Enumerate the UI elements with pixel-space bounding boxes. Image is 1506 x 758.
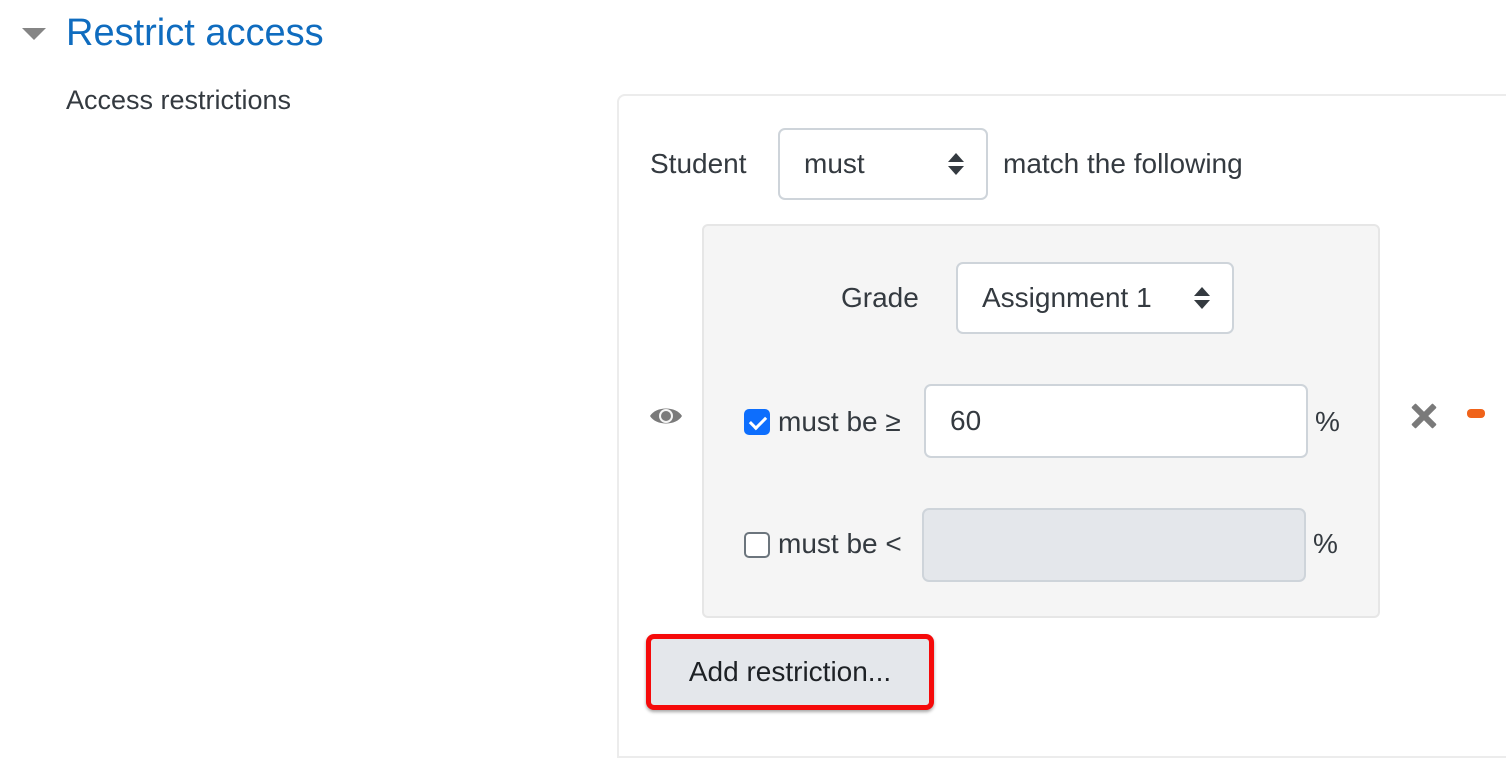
grade-item-value: Assignment 1 xyxy=(982,282,1152,313)
eye-icon[interactable] xyxy=(648,404,684,428)
close-icon[interactable] xyxy=(1410,402,1438,430)
min-grade-input[interactable]: 60 xyxy=(924,384,1308,458)
grade-item-select[interactable]: Assignment 1 xyxy=(956,262,1234,334)
sort-updown-icon xyxy=(1194,287,1210,309)
student-label: Student xyxy=(650,148,747,179)
access-restrictions-label: Access restrictions xyxy=(66,85,292,115)
min-grade-label: must be ≥ xyxy=(778,406,901,437)
max-grade-unit: % xyxy=(1313,528,1338,559)
max-grade-label: must be < xyxy=(778,528,902,559)
grade-label: Grade xyxy=(841,282,919,313)
max-grade-checkbox[interactable] xyxy=(744,532,770,558)
add-restriction-button[interactable]: Add restriction... xyxy=(646,634,934,710)
min-grade-unit: % xyxy=(1315,406,1340,437)
max-grade-input[interactable] xyxy=(922,508,1306,582)
section-title-restrict-access[interactable]: Restrict access xyxy=(66,10,324,56)
caret-down-icon[interactable] xyxy=(22,28,46,40)
match-mode-value: must xyxy=(804,148,865,179)
match-following-label: match the following xyxy=(1003,148,1243,179)
sort-updown-icon xyxy=(948,153,964,175)
min-grade-checkbox[interactable] xyxy=(744,409,770,435)
match-mode-select[interactable]: must xyxy=(778,128,988,200)
minus-icon[interactable] xyxy=(1467,409,1485,418)
min-grade-value: 60 xyxy=(950,405,982,436)
add-restriction-label: Add restriction... xyxy=(688,656,892,687)
